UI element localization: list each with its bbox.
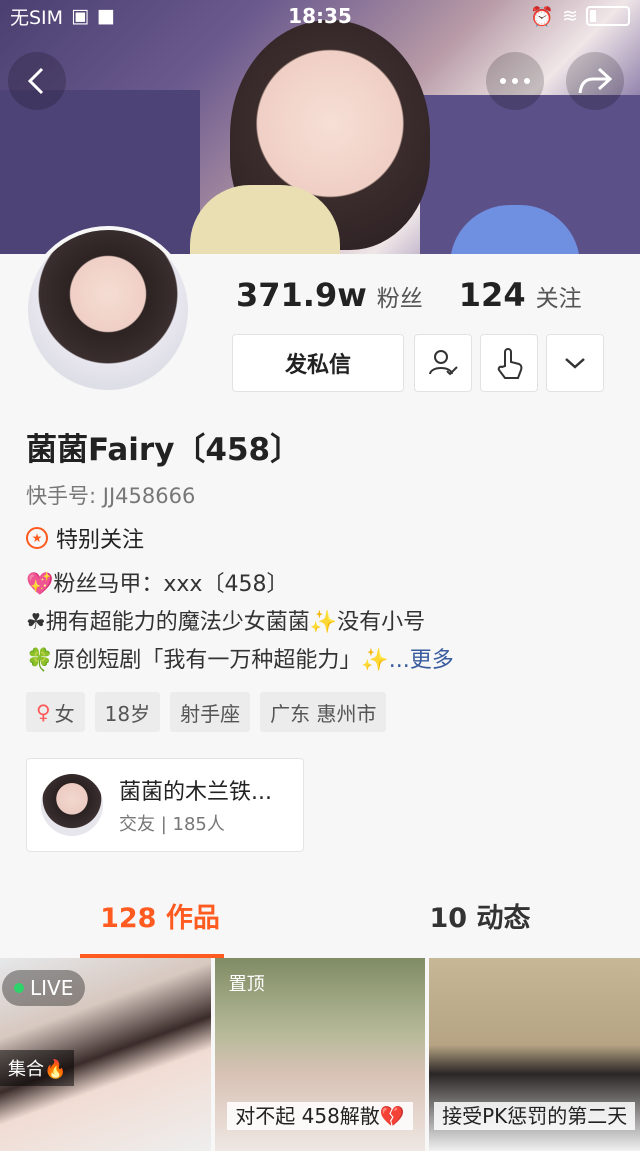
video-thumbnail[interactable]: 置顶 对不起 458解散💔 [214, 958, 426, 1151]
group-card[interactable]: 菌菌的木兰铁... 交友 | 185人 [26, 758, 304, 852]
tab-works[interactable]: 128 作品 [0, 880, 320, 958]
expand-button[interactable] [546, 334, 604, 392]
location-tag: 广东 惠州市 [260, 692, 387, 732]
tag-label: 射手座 [180, 701, 241, 726]
tag-label: 女 [54, 701, 75, 726]
collection-badge: 集合🔥 [0, 1050, 75, 1086]
more-dots-icon [500, 78, 530, 84]
profile-stats: 371.9w 粉丝 124 关注 [236, 276, 608, 314]
group-info: 交友 | 185人 [119, 814, 225, 835]
user-check-icon [429, 350, 458, 376]
video-caption: 对不起 458解散💔 [215, 1100, 426, 1130]
special-follow-label: 特别关注 [56, 528, 145, 553]
tab-moments[interactable]: 10 动态 [320, 880, 640, 958]
touch-button[interactable] [480, 334, 538, 392]
hand-pointer-icon [497, 348, 523, 379]
content-tabs: 128 作品 10 动态 [0, 880, 640, 958]
pinned-badge: 置顶 [228, 974, 265, 995]
special-follow[interactable]: ★ 特别关注 [26, 522, 144, 554]
tag-label: 广东 惠州市 [270, 701, 377, 726]
chevron-left-icon [27, 67, 44, 95]
chevron-down-icon [565, 358, 585, 369]
clock: 18:35 [288, 4, 352, 28]
status-bar: 无SIM ▣ ■ 18:35 ⏰ ≋ [0, 0, 640, 32]
profile-cover [0, 0, 640, 254]
tag-label: 18岁 [104, 701, 151, 726]
live-badge-label: LIVE [30, 976, 74, 1000]
back-button[interactable] [8, 52, 66, 110]
age-tag: 18岁 [94, 692, 161, 732]
video-caption-text: 接受PK惩罚的第二天 [434, 1102, 636, 1130]
follow-button[interactable] [414, 334, 472, 392]
battery-icon [586, 6, 630, 26]
star-icon: ★ [26, 527, 48, 549]
video-caption-text: 对不起 458解散💔 [227, 1102, 413, 1130]
share-arrow-icon [578, 67, 613, 94]
video-thumbnail[interactable]: LIVE 集合🔥 [0, 958, 211, 1151]
bio-line: 🍀原创短剧「我有一万种超能力」✨...更多 [26, 642, 454, 680]
video-grid: LIVE 集合🔥 置顶 对不起 458解散💔 接受PK惩罚的第二天 [0, 958, 640, 1151]
bio-line: 💖粉丝马甲：xxx〔458〕 [26, 572, 289, 597]
gender-tag: ♀ 女 [26, 692, 85, 732]
group-avatar [41, 774, 103, 836]
following-count[interactable]: 124 [459, 276, 526, 314]
zodiac-tag: 射手座 [170, 692, 251, 732]
video-thumbnail[interactable]: 接受PK惩罚的第二天 [429, 958, 640, 1151]
followers-label[interactable]: 粉丝 [377, 279, 423, 313]
kuaishou-id: 快手号: JJ458666 [26, 484, 196, 508]
avatar[interactable] [24, 226, 192, 394]
live-dot-icon [14, 983, 24, 993]
group-name: 菌菌的木兰铁... [119, 780, 272, 805]
followers-count[interactable]: 371.9w [236, 276, 367, 314]
live-badge: LIVE [2, 970, 86, 1006]
video-caption: 接受PK惩罚的第二天 [429, 1100, 640, 1130]
profile-tags: ♀ 女 18岁 射手座 广东 惠州市 [26, 692, 387, 732]
share-button[interactable] [566, 52, 624, 110]
send-message-button[interactable]: 发私信 [232, 334, 404, 392]
bio-line: ☘拥有超能力的魔法少女菌菌✨没有小号 [26, 610, 426, 635]
following-label[interactable]: 关注 [536, 279, 582, 313]
profile-name: 菌菌Fairy〔458〕 [26, 432, 302, 468]
female-icon: ♀ [36, 700, 51, 724]
bio-line-text: 🍀原创短剧「我有一万种超能力」✨ [26, 648, 389, 673]
bio-more-link[interactable]: ...更多 [389, 648, 454, 673]
more-button[interactable] [486, 52, 544, 110]
profile-bio: 💖粉丝马甲：xxx〔458〕 ☘拥有超能力的魔法少女菌菌✨没有小号 🍀原创短剧「… [26, 566, 454, 680]
